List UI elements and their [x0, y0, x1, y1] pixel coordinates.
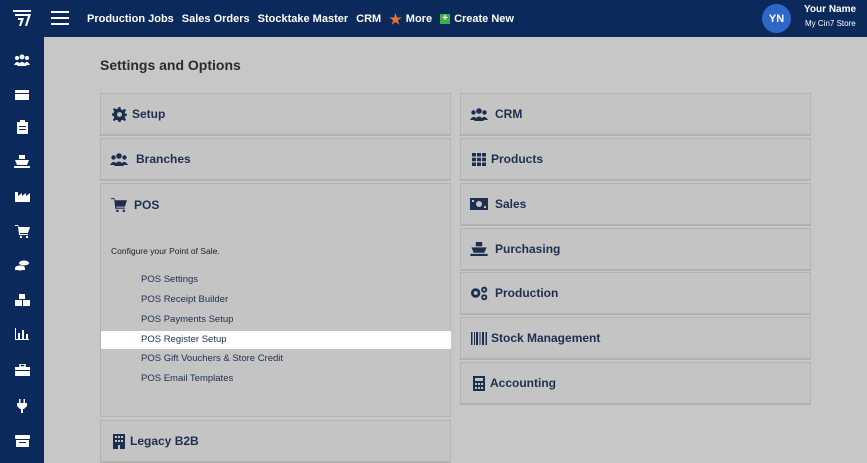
- avatar[interactable]: YN: [762, 4, 791, 33]
- pos-link-payments-setup[interactable]: POS Payments Setup: [141, 314, 233, 325]
- sidebar-products-box-icon[interactable]: [14, 87, 30, 101]
- panel-accounting[interactable]: Accounting: [460, 362, 811, 404]
- top-bar: Production Jobs Sales Orders Stocktake M…: [0, 0, 867, 37]
- user-store[interactable]: My Cin7 Store: [805, 19, 856, 28]
- page-title: Settings and Options: [100, 57, 241, 73]
- nav-production-jobs[interactable]: Production Jobs: [87, 13, 174, 25]
- grid-icon: [470, 151, 488, 167]
- sidebar-cart-icon[interactable]: [14, 224, 30, 238]
- nav-stocktake-master[interactable]: Stocktake Master: [258, 13, 349, 25]
- barcode-icon: [470, 330, 488, 346]
- nav-sales-orders[interactable]: Sales Orders: [182, 13, 250, 25]
- nav-label: Create New: [454, 12, 514, 25]
- pos-link-email-templates[interactable]: POS Email Templates: [141, 373, 233, 384]
- user-name[interactable]: Your Name: [804, 4, 856, 15]
- users-icon: [110, 151, 128, 167]
- nav-create-new[interactable]: + Create New: [440, 13, 514, 25]
- pos-link-receipt-builder[interactable]: POS Receipt Builder: [141, 294, 228, 305]
- sidebar-plug-icon[interactable]: [14, 399, 30, 413]
- panel-label: Stock Management: [491, 331, 601, 345]
- sidebar-reports-chart-icon[interactable]: [14, 327, 30, 341]
- panel-label: POS: [134, 197, 160, 212]
- panel-stock-management[interactable]: Stock Management: [460, 317, 811, 359]
- panel-production[interactable]: Production: [460, 272, 811, 314]
- sidebar-factory-icon[interactable]: [14, 189, 30, 203]
- nav-label: Production Jobs: [87, 12, 174, 25]
- sidebar-stock-boxes-icon[interactable]: [14, 293, 30, 307]
- panel-label: Setup: [132, 107, 166, 121]
- gear-icon: [110, 106, 128, 122]
- panel-purchasing[interactable]: Purchasing: [460, 228, 811, 270]
- star-icon: ★: [389, 10, 402, 27]
- sidebar-clipboard-icon[interactable]: [14, 120, 30, 134]
- panel-label: Legacy B2B: [130, 434, 199, 448]
- pos-link-gift-vouchers[interactable]: POS Gift Vouchers & Store Credit: [141, 353, 283, 364]
- cart-icon: [110, 197, 128, 213]
- panel-branches[interactable]: Branches: [100, 138, 451, 180]
- sidebar-coins-icon[interactable]: [14, 259, 30, 273]
- menu-hamburger-icon[interactable]: [51, 11, 69, 25]
- panel-crm[interactable]: CRM: [460, 93, 811, 135]
- panel-products[interactable]: Products: [460, 138, 811, 180]
- sidebar: [0, 37, 44, 463]
- panel-label: Accounting: [490, 376, 556, 390]
- panel-label: Products: [491, 152, 544, 166]
- users-icon: [470, 106, 488, 122]
- gears-icon: [470, 285, 488, 301]
- pos-link-register-setup[interactable]: POS Register Setup: [141, 334, 227, 345]
- plus-icon: +: [440, 13, 451, 24]
- panel-setup[interactable]: Setup: [100, 93, 451, 135]
- sidebar-store-icon[interactable]: [14, 434, 30, 448]
- panel-label: Purchasing: [495, 242, 561, 256]
- building-icon: [110, 433, 128, 449]
- panel-label: Branches: [136, 152, 191, 166]
- panel-sales[interactable]: Sales: [460, 183, 811, 225]
- nav-label: CRM: [356, 12, 382, 25]
- money-bill-icon: [470, 196, 488, 212]
- pos-description: Configure your Point of Sale.: [111, 246, 220, 256]
- calculator-icon: [470, 375, 488, 391]
- cin7-logo-icon[interactable]: [10, 6, 34, 30]
- nav-label: Sales Orders: [181, 12, 250, 25]
- ship-icon: [470, 241, 488, 257]
- nav-label: More: [405, 12, 433, 25]
- nav-more[interactable]: ★ More: [389, 12, 432, 26]
- panel-label: CRM: [495, 107, 523, 121]
- top-nav: Production Jobs Sales Orders Stocktake M…: [87, 0, 514, 37]
- avatar-initials: YN: [768, 12, 785, 25]
- sidebar-briefcase-icon[interactable]: [14, 363, 30, 377]
- nav-crm[interactable]: CRM: [356, 13, 381, 25]
- panel-pos-header[interactable]: POS: [100, 183, 451, 225]
- nav-label: Stocktake Master: [257, 12, 349, 25]
- panel-label: Production: [495, 286, 559, 300]
- sidebar-ship-icon[interactable]: [14, 154, 30, 168]
- pos-link-settings[interactable]: POS Settings: [141, 274, 198, 285]
- sidebar-contacts-icon[interactable]: [14, 53, 30, 67]
- panel-label: Sales: [495, 197, 527, 211]
- panel-legacy-b2b[interactable]: Legacy B2B: [100, 420, 451, 462]
